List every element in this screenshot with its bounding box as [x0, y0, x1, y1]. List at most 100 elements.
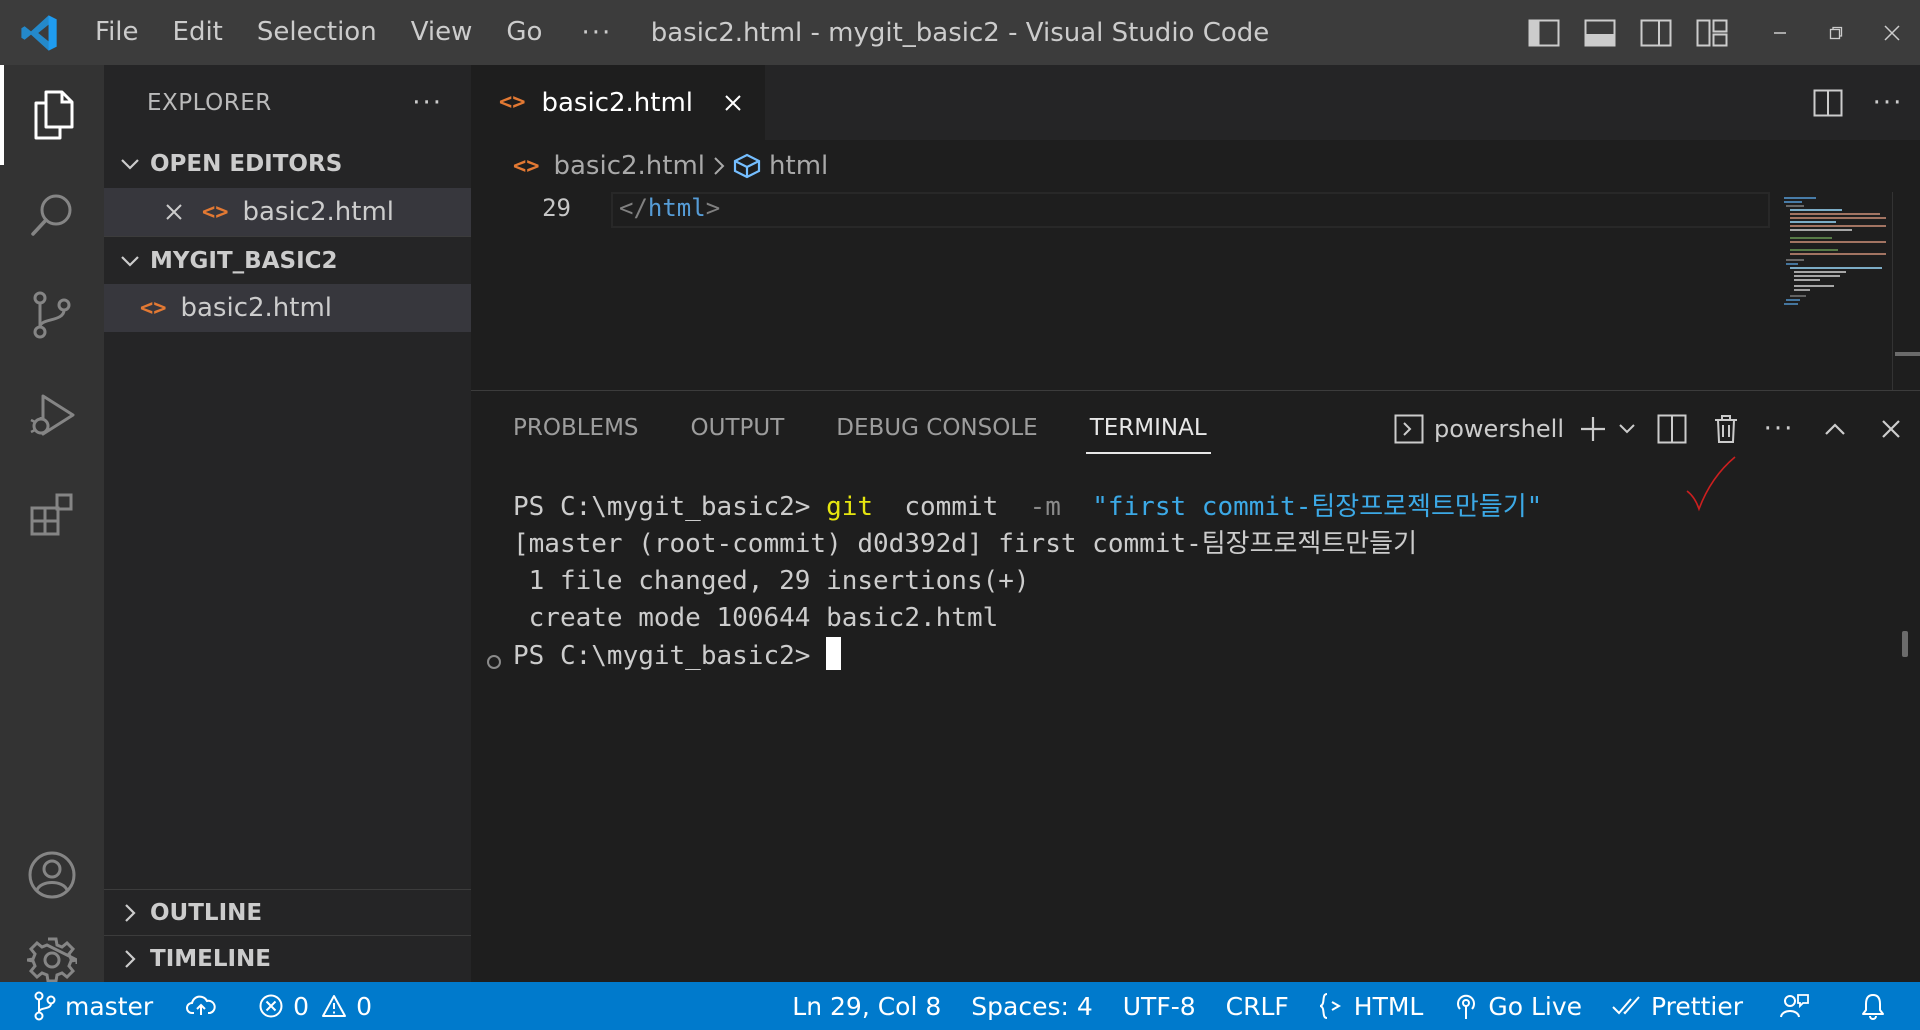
prettier-status[interactable]: Prettier	[1597, 982, 1758, 1030]
git-command: git	[826, 492, 874, 522]
toggle-panel-icon[interactable]	[1572, 0, 1628, 65]
code-line[interactable]: </html>	[619, 194, 720, 222]
open-editors-section-header[interactable]: OPEN EDITORS	[104, 140, 471, 188]
explorer-more-button[interactable]: ···	[412, 88, 443, 118]
timeline-label: TIMELINE	[150, 946, 272, 972]
close-window-icon[interactable]	[1864, 0, 1920, 65]
minimize-icon[interactable]	[1752, 0, 1808, 65]
problems-status[interactable]: 0 0	[245, 982, 385, 1030]
branch-name: master	[65, 991, 154, 1021]
maximize-panel-chevron-up-icon[interactable]	[1808, 391, 1862, 466]
breadcrumb: <> basic2.html html	[471, 140, 1920, 192]
terminal-icon	[1394, 414, 1424, 444]
close-tab-icon[interactable]	[723, 93, 743, 113]
terminal-output-line: 1 file changed, 29 insertions(+)	[513, 566, 1030, 596]
chevron-right-icon	[116, 949, 144, 969]
folder-label: MYGIT_BASIC2	[150, 247, 338, 274]
terminal-cursor	[826, 637, 842, 670]
cursor-position[interactable]: Ln 29, Col 8	[777, 982, 956, 1030]
warning-icon	[322, 995, 347, 1017]
activity-bar	[0, 65, 104, 983]
file-tree-filename: basic2.html	[180, 293, 333, 323]
encoding[interactable]: UTF-8	[1108, 982, 1211, 1030]
shell-name: powershell	[1434, 414, 1564, 443]
status-bar: master 0 0 Ln 29, Col 8 Spaces: 4 UTF-8 …	[0, 982, 1920, 1030]
search-icon[interactable]	[0, 165, 104, 265]
folder-section-header[interactable]: MYGIT_BASIC2	[104, 236, 471, 284]
code-area[interactable]: 29 </html>	[471, 192, 1920, 390]
timeline-section[interactable]: TIMELINE	[104, 935, 471, 982]
chevron-down-icon[interactable]	[1612, 391, 1642, 466]
open-editor-filename: basic2.html	[242, 197, 395, 227]
minimap[interactable]	[1782, 194, 1892, 314]
menu-file[interactable]: File	[78, 0, 156, 65]
double-check-icon	[1612, 996, 1640, 1015]
terminal-output[interactable]: PS C:\mygit_basic2> git commit -m "first…	[513, 489, 1542, 675]
new-terminal-plus-icon[interactable]	[1574, 391, 1612, 466]
open-editor-item[interactable]: <> basic2.html	[104, 188, 471, 236]
commit-message-string: "first commit-팀장프로젝트만들기"	[1060, 492, 1543, 522]
html-file-icon: <>	[499, 90, 526, 115]
restore-icon[interactable]	[1808, 0, 1864, 65]
editor-group: <> basic2.html ··· <> basic2.html html 2…	[471, 65, 1920, 390]
customize-layout-icon[interactable]	[1684, 0, 1740, 65]
language-mode[interactable]: HTML	[1304, 982, 1439, 1030]
toggle-primary-sidebar-icon[interactable]	[1516, 0, 1572, 65]
prettier-label: Prettier	[1651, 991, 1743, 1021]
menu-go[interactable]: Go	[489, 0, 559, 65]
breadcrumb-file[interactable]: basic2.html	[554, 151, 706, 181]
outline-section[interactable]: OUTLINE	[104, 889, 471, 936]
terminal-shell-selector[interactable]: powershell	[1394, 391, 1574, 466]
menu-selection[interactable]: Selection	[240, 0, 394, 65]
publish-branch-cloud-icon[interactable]	[166, 982, 245, 1030]
tag-bracket-close: >	[705, 194, 721, 222]
html-file-icon: <>	[140, 295, 167, 321]
indentation[interactable]: Spaces: 4	[956, 982, 1107, 1030]
terminal-current-prompt: PS C:\mygit_basic2>	[513, 637, 1542, 675]
tab-output[interactable]: OUTPUT	[691, 391, 785, 466]
split-editor-icon[interactable]	[1800, 89, 1856, 117]
chevron-down-icon	[116, 254, 144, 268]
menu-edit[interactable]: Edit	[156, 0, 240, 65]
tab-debug-console[interactable]: DEBUG CONSOLE	[836, 391, 1037, 466]
toggle-secondary-sidebar-icon[interactable]	[1628, 0, 1684, 65]
bottom-panel: PROBLEMS OUTPUT DEBUG CONSOLE TERMINAL p…	[471, 390, 1920, 982]
editor-tab[interactable]: <> basic2.html	[471, 65, 766, 140]
extensions-icon[interactable]	[0, 465, 104, 565]
run-debug-icon[interactable]	[0, 365, 104, 465]
tag-bracket-open: </	[619, 194, 648, 222]
source-control-icon[interactable]	[0, 265, 104, 365]
branch-status[interactable]: master	[0, 982, 166, 1030]
message-flag: -m	[1029, 492, 1061, 522]
breadcrumb-symbol[interactable]: html	[769, 151, 828, 181]
go-live-button[interactable]: Go Live	[1438, 982, 1597, 1030]
menu-more-button[interactable]: ···	[559, 3, 634, 63]
open-editors-label: OPEN EDITORS	[150, 151, 343, 177]
title-bar: File Edit Selection View Go ··· basic2.h…	[0, 0, 1920, 65]
terminal-command-line: PS C:\mygit_basic2> git commit -m "first…	[513, 489, 1542, 526]
panel-more-button[interactable]: ···	[1750, 391, 1808, 466]
tag-name: html	[647, 194, 706, 222]
end-of-line[interactable]: CRLF	[1211, 982, 1304, 1030]
editor-more-button[interactable]: ···	[1856, 88, 1920, 118]
feedback-person-icon[interactable]	[1758, 982, 1841, 1030]
explorer-sidebar: EXPLORER ··· OPEN EDITORS <> basic2.html…	[104, 65, 471, 982]
menu-view[interactable]: View	[394, 0, 490, 65]
line-number: 29	[542, 194, 571, 222]
editor-scrollbar[interactable]	[1892, 192, 1920, 390]
outline-label: OUTLINE	[150, 900, 263, 926]
notifications-bell-icon[interactable]	[1841, 982, 1920, 1030]
editor-tabs: <> basic2.html ···	[471, 65, 1920, 140]
chevron-right-icon	[116, 903, 144, 923]
close-icon[interactable]	[164, 202, 184, 222]
tab-problems[interactable]: PROBLEMS	[513, 391, 639, 466]
close-panel-icon[interactable]	[1862, 391, 1920, 466]
commit-subcommand: commit	[873, 492, 1030, 522]
broadcast-icon	[1457, 994, 1476, 1019]
terminal-scrollbar[interactable]	[1902, 631, 1908, 657]
command-decoration-icon[interactable]	[487, 655, 501, 669]
current-line-highlight	[611, 192, 1770, 228]
file-tree-item[interactable]: <> basic2.html	[104, 284, 471, 332]
files-icon[interactable]	[0, 65, 104, 165]
tab-terminal[interactable]: TERMINAL	[1085, 391, 1211, 466]
